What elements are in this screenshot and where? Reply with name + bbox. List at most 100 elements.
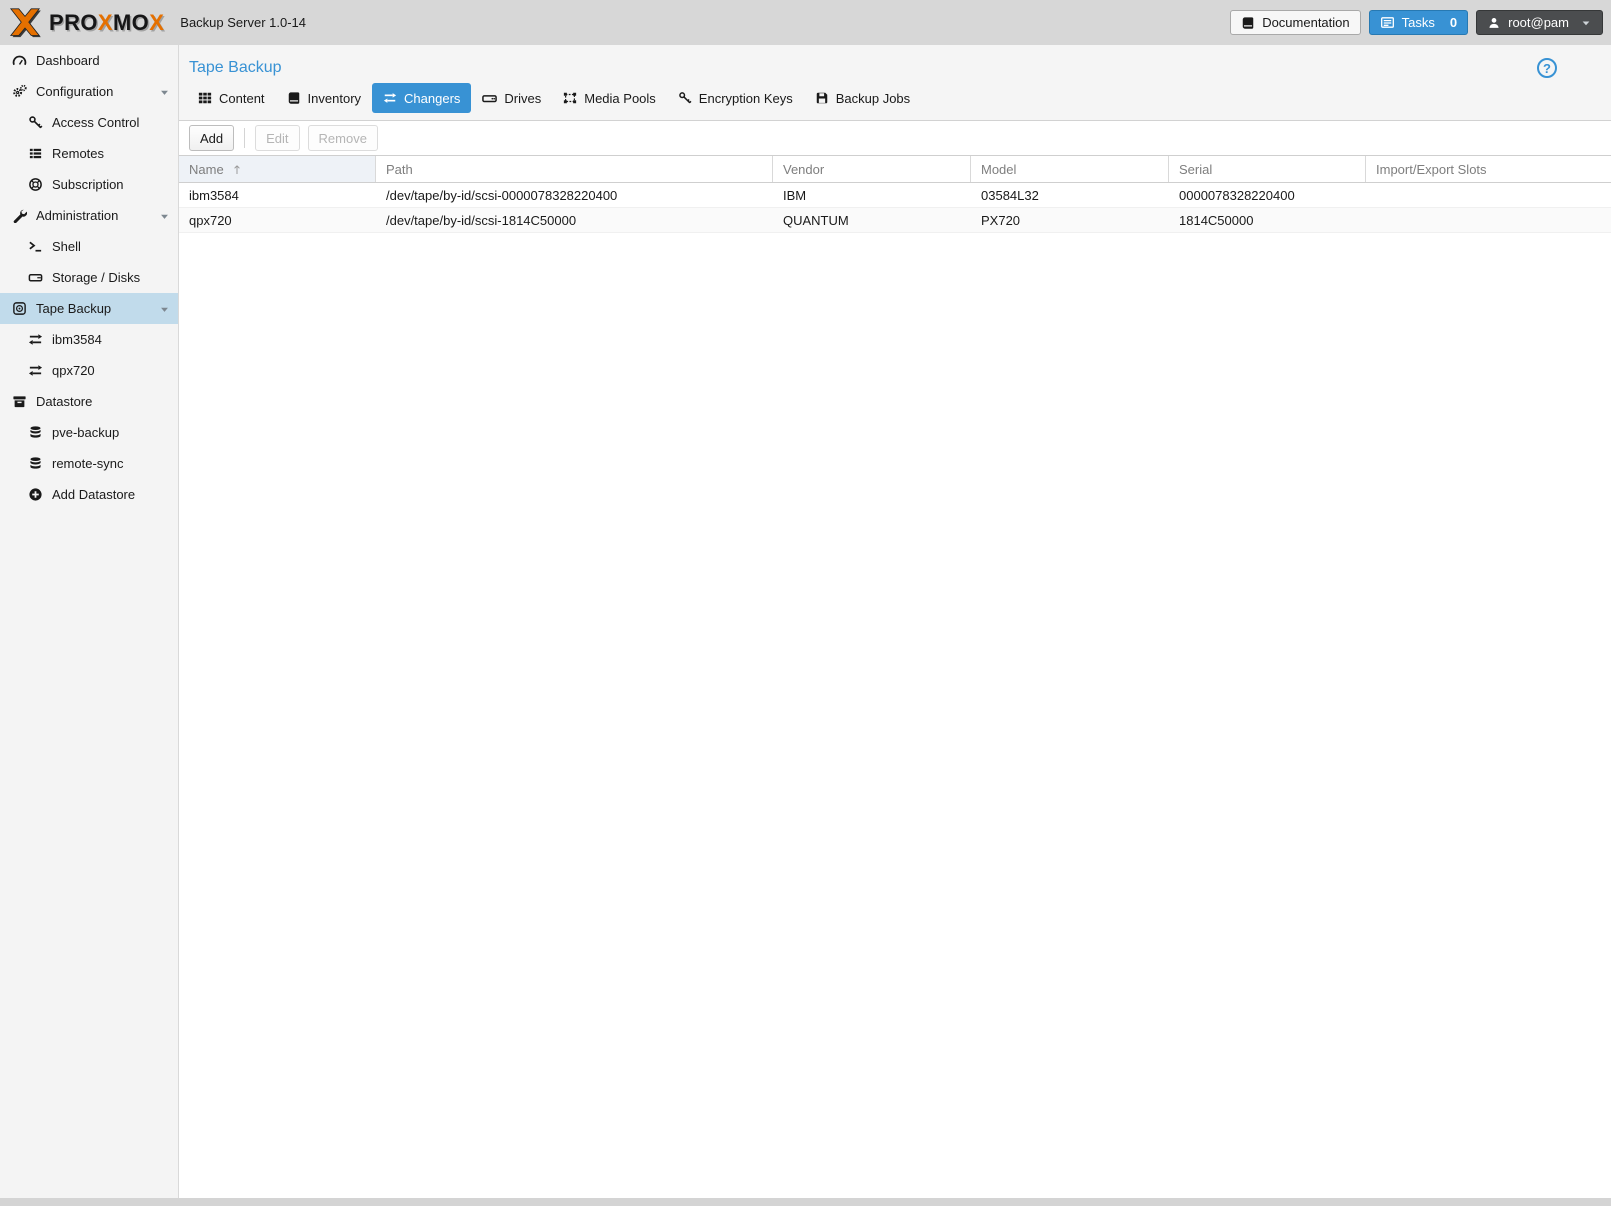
tab-drives[interactable]: Drives [471,83,552,113]
user-menu-button[interactable]: root@pam [1476,10,1603,35]
chevron-down-icon[interactable] [159,211,170,222]
column-header-serial[interactable]: Serial [1169,156,1366,182]
exchange-icon [28,332,43,347]
dashboard-icon [12,53,27,68]
chevron-down-icon[interactable] [159,87,170,98]
sidebar-item-label: Datastore [36,394,92,409]
content-header: Tape Backup ? Content Inventory [179,45,1611,121]
edit-button[interactable]: Edit [255,125,299,151]
tasks-icon [1380,15,1395,30]
add-button[interactable]: Add [189,125,234,151]
sidebar-item-tape-backup[interactable]: Tape Backup [0,293,178,324]
column-header-label: Path [386,162,413,177]
exchange-icon [28,363,43,378]
column-header-vendor[interactable]: Vendor [773,156,971,182]
column-header-label: Import/Export Slots [1376,162,1487,177]
tab-media-pools[interactable]: Media Pools [552,83,667,113]
cell-vendor: QUANTUM [773,213,971,228]
tab-encryption-keys[interactable]: Encryption Keys [667,83,804,113]
app-body: Dashboard Configuration Access Control R… [0,45,1611,1198]
cell-serial: 0000078328220400 [1169,188,1366,203]
documentation-label: Documentation [1262,15,1349,30]
toolbar: Add Edit Remove [179,121,1611,155]
terminal-icon [28,239,43,254]
documentation-button[interactable]: Documentation [1230,10,1360,35]
table-row[interactable]: ibm3584 /dev/tape/by-id/scsi-00000783282… [179,183,1611,208]
help-icon[interactable]: ? [1537,58,1557,78]
sidebar-item-label: Configuration [36,84,113,99]
exchange-icon [383,91,397,105]
cell-path: /dev/tape/by-id/scsi-1814C50000 [376,213,773,228]
tab-label: Changers [404,91,460,106]
tab-label: Backup Jobs [836,91,910,106]
tab-content[interactable]: Content [187,83,276,113]
sidebar-item-label: Access Control [52,115,139,130]
cell-path: /dev/tape/by-id/scsi-0000078328220400 [376,188,773,203]
title-row: Tape Backup ? [179,53,1611,83]
proxmox-wordmark: PROXMOX [49,10,164,36]
object-group-icon [563,91,577,105]
column-header-name[interactable]: Name [179,156,376,182]
proxmox-logo: PROXMOX [8,8,164,38]
gears-icon [12,84,27,99]
tape-icon [12,301,27,316]
remove-button[interactable]: Remove [308,125,378,151]
wrench-icon [12,208,27,223]
sidebar-item-pve-backup[interactable]: pve-backup [0,417,178,448]
sidebar-item-shell[interactable]: Shell [0,231,178,262]
sidebar-item-storage-disks[interactable]: Storage / Disks [0,262,178,293]
wordmark-segment: MO [113,10,149,35]
column-header-model[interactable]: Model [971,156,1169,182]
topbar-actions: Documentation Tasks 0 root@pam [1230,10,1603,35]
product-version-label: Backup Server 1.0-14 [180,15,306,30]
column-header-path[interactable]: Path [376,156,773,182]
proxmox-logo-icon [8,8,42,38]
save-icon [815,91,829,105]
cell-name: ibm3584 [179,188,376,203]
sidebar-item-datastore[interactable]: Datastore [0,386,178,417]
sidebar-item-dashboard[interactable]: Dashboard [0,45,178,76]
hdd-icon [28,270,43,285]
sidebar-item-add-datastore[interactable]: Add Datastore [0,479,178,510]
sidebar-item-label: ibm3584 [52,332,102,347]
sidebar-item-administration[interactable]: Administration [0,200,178,231]
sidebar-item-label: Administration [36,208,118,223]
sidebar-item-remote-sync[interactable]: remote-sync [0,448,178,479]
key-icon [28,115,43,130]
column-header-label: Model [981,162,1016,177]
tab-label: Media Pools [584,91,656,106]
sidebar-item-label: qpx720 [52,363,95,378]
sidebar-item-ibm3584[interactable]: ibm3584 [0,324,178,355]
plus-circle-icon [28,487,43,502]
table-row[interactable]: qpx720 /dev/tape/by-id/scsi-1814C50000 Q… [179,208,1611,233]
wordmark-segment: PRO [49,10,98,35]
archive-icon [12,394,27,409]
user-label: root@pam [1508,15,1569,30]
tab-backup-jobs[interactable]: Backup Jobs [804,83,921,113]
toolbar-separator [244,128,245,148]
sidebar-item-label: Shell [52,239,81,254]
wordmark-segment: X [149,10,164,35]
grid-icon [198,91,212,105]
cell-name: qpx720 [179,213,376,228]
tasks-count-badge: 0 [1450,15,1457,30]
cell-model: 03584L32 [971,188,1169,203]
column-header-import-export-slots[interactable]: Import/Export Slots [1366,156,1611,182]
topbar: PROXMOX Backup Server 1.0-14 Documentati… [0,0,1611,45]
sidebar-item-subscription[interactable]: Subscription [0,169,178,200]
tab-inventory[interactable]: Inventory [276,83,372,113]
sidebar-item-remotes[interactable]: Remotes [0,138,178,169]
tasks-button[interactable]: Tasks 0 [1369,10,1468,35]
chevron-down-icon[interactable] [159,304,170,315]
tab-label: Encryption Keys [699,91,793,106]
cell-model: PX720 [971,213,1169,228]
sidebar-item-label: Dashboard [36,53,100,68]
sidebar-item-qpx720[interactable]: qpx720 [0,355,178,386]
book-icon [1241,16,1255,30]
sidebar-item-configuration[interactable]: Configuration [0,76,178,107]
tab-changers[interactable]: Changers [372,83,471,113]
life-ring-icon [28,177,43,192]
sidebar-item-access-control[interactable]: Access Control [0,107,178,138]
page-title: Tape Backup [189,59,282,77]
table-header: Name Path Vendor Model Serial Import/Exp… [179,155,1611,183]
